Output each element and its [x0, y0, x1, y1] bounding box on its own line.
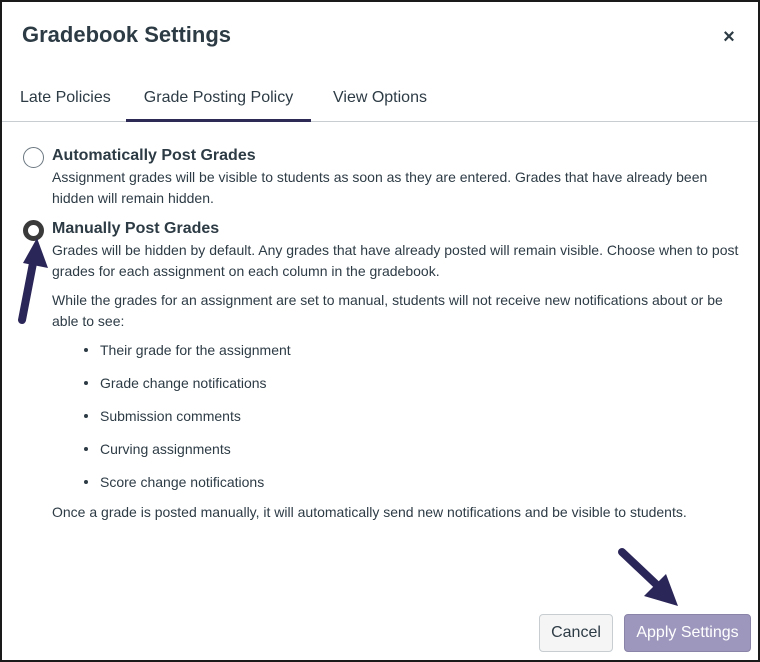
option-title-automatic[interactable]: Automatically Post Grades [52, 147, 256, 165]
list-item: Submission comments [82, 406, 291, 439]
list-item: Curving assignments [82, 439, 291, 472]
close-icon[interactable]: × [718, 26, 740, 48]
radio-automatically-post[interactable] [23, 147, 44, 168]
list-item: Grade change notifications [82, 373, 291, 406]
list-item: Their grade for the assignment [82, 340, 291, 373]
option-title-manual[interactable]: Manually Post Grades [52, 220, 219, 238]
tab-grade-posting-policy[interactable]: Grade Posting Policy [126, 72, 311, 122]
arrow-annotation-icon [618, 548, 678, 606]
gradebook-settings-dialog: Gradebook Settings × Late Policies Grade… [0, 0, 760, 662]
arrow-annotation-icon [18, 238, 48, 324]
dialog-title: Gradebook Settings [22, 22, 232, 47]
tab-late-policies[interactable]: Late Policies [18, 72, 113, 122]
list-item: Score change notifications [82, 472, 291, 505]
tab-bar: Late Policies Grade Posting Policy View … [2, 72, 758, 122]
hidden-items-list: Their grade for the assignment Grade cha… [82, 340, 291, 505]
option-description-manual: Grades will be hidden by default. Any gr… [52, 242, 739, 279]
apply-settings-button[interactable]: Apply Settings [624, 614, 751, 652]
tab-view-options[interactable]: View Options [331, 72, 429, 122]
cancel-button[interactable]: Cancel [539, 614, 613, 652]
manual-note: While the grades for an assignment are s… [52, 292, 723, 329]
option-description-automatic: Assignment grades will be visible to stu… [52, 169, 708, 206]
footer-note: Once a grade is posted manually, it will… [52, 504, 687, 520]
